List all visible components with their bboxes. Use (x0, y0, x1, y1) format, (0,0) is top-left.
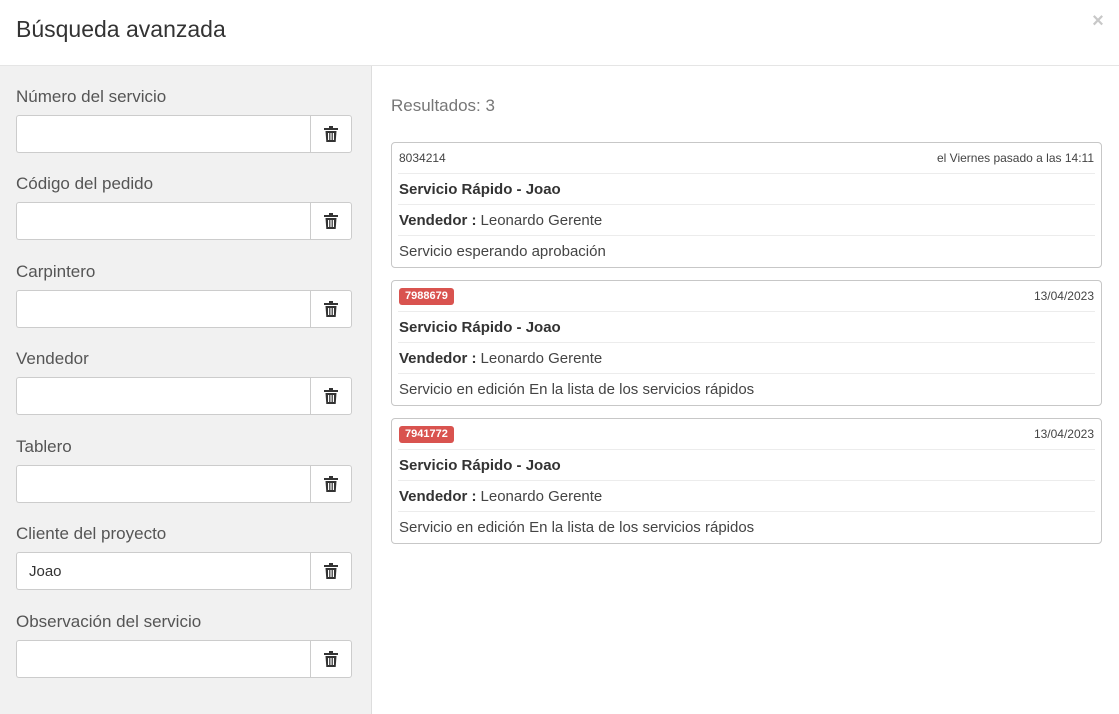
filter-numero-servicio: Número del servicio (16, 87, 352, 153)
results-count: Resultados: 3 (391, 96, 495, 115)
filter-tablero: Tablero (16, 437, 352, 503)
trash-icon (324, 651, 338, 667)
clear-tablero-button[interactable] (310, 465, 352, 503)
result-card[interactable]: 7941772 13/04/2023 Servicio Rápido - Joa… (391, 418, 1102, 544)
result-card-title-row: Servicio Rápido - Joao (398, 174, 1095, 205)
result-card-seller-row: Vendedor : Leonardo Gerente (398, 205, 1095, 236)
numero-servicio-input[interactable] (16, 115, 311, 153)
seller-label: Vendedor : (399, 349, 477, 367)
filters-panel: Número del servicio Código del pedido Ca… (0, 66, 372, 714)
filter-label: Cliente del proyecto (16, 524, 167, 543)
service-title: Servicio Rápido - Joao (399, 318, 561, 336)
clear-numero-servicio-button[interactable] (310, 115, 352, 153)
clear-carpintero-button[interactable] (310, 290, 352, 328)
service-date: el Viernes pasado a las 14:11 (936, 151, 1094, 165)
seller-label: Vendedor : (399, 211, 477, 229)
service-title: Servicio Rápido - Joao (399, 180, 561, 198)
service-status: Servicio en edición En la lista de los s… (399, 381, 755, 398)
filter-label: Vendedor (16, 349, 89, 368)
filter-input-group (16, 377, 352, 415)
observacion-servicio-input[interactable] (16, 640, 311, 678)
service-date: 13/04/2023 (1033, 289, 1094, 303)
result-card-status-row: Servicio esperando aprobación (398, 236, 1095, 267)
result-card-header: 7941772 13/04/2023 (398, 419, 1095, 450)
filter-vendedor: Vendedor (16, 349, 352, 415)
result-card-header: 7988679 13/04/2023 (398, 281, 1095, 312)
result-card[interactable]: 8034214 el Viernes pasado a las 14:11 Se… (391, 142, 1102, 268)
clear-cliente-proyecto-button[interactable] (310, 552, 352, 590)
filter-carpintero: Carpintero (16, 262, 352, 328)
result-card-title-row: Servicio Rápido - Joao (398, 312, 1095, 343)
filter-label: Número del servicio (16, 87, 167, 106)
result-card-title-row: Servicio Rápido - Joao (398, 450, 1095, 481)
service-id-badge: 7988679 (399, 287, 454, 305)
seller-name: Leonardo Gerente (480, 349, 603, 367)
result-card-status-row: Servicio en edición En la lista de los s… (398, 374, 1095, 405)
modal-title: Búsqueda avanzada (16, 16, 226, 42)
filter-input-group (16, 640, 352, 678)
result-card-status-row: Servicio en edición En la lista de los s… (398, 512, 1095, 543)
trash-icon (324, 213, 338, 229)
clear-observacion-servicio-button[interactable] (310, 640, 352, 678)
filter-cliente-proyecto: Cliente del proyecto (16, 524, 352, 590)
result-card-seller-row: Vendedor : Leonardo Gerente (398, 481, 1095, 512)
service-id-badge: 7941772 (399, 425, 454, 443)
result-card[interactable]: 7988679 13/04/2023 Servicio Rápido - Joa… (391, 280, 1102, 406)
filter-input-group (16, 552, 352, 590)
trash-icon (324, 388, 338, 404)
cliente-proyecto-input[interactable] (16, 552, 311, 590)
result-card-seller-row: Vendedor : Leonardo Gerente (398, 343, 1095, 374)
filter-codigo-pedido: Código del pedido (16, 174, 352, 240)
carpintero-input[interactable] (16, 290, 311, 328)
filter-label: Observación del servicio (16, 612, 202, 631)
tablero-input[interactable] (16, 465, 311, 503)
filter-label: Carpintero (16, 262, 96, 281)
seller-name: Leonardo Gerente (480, 211, 603, 229)
trash-icon (324, 126, 338, 142)
service-id: 8034214 (399, 151, 446, 165)
filter-label: Código del pedido (16, 174, 154, 193)
service-title: Servicio Rápido - Joao (399, 456, 561, 474)
trash-icon (324, 301, 338, 317)
clear-codigo-pedido-button[interactable] (310, 202, 352, 240)
seller-label: Vendedor : (399, 487, 477, 505)
modal-header: Búsqueda avanzada × (0, 0, 1119, 66)
result-card-header: 8034214 el Viernes pasado a las 14:11 (398, 143, 1095, 174)
close-icon[interactable]: × (1087, 10, 1109, 32)
filter-input-group (16, 290, 352, 328)
vendedor-input[interactable] (16, 377, 311, 415)
filter-input-group (16, 202, 352, 240)
service-status: Servicio esperando aprobación (399, 243, 606, 260)
codigo-pedido-input[interactable] (16, 202, 311, 240)
results-panel: Resultados: 3 8034214 el Viernes pasado … (373, 66, 1119, 714)
service-date: 13/04/2023 (1033, 427, 1094, 441)
trash-icon (324, 563, 338, 579)
filter-input-group (16, 115, 352, 153)
filter-input-group (16, 465, 352, 503)
filter-label: Tablero (16, 437, 72, 456)
filter-observacion-servicio: Observación del servicio (16, 612, 352, 678)
seller-name: Leonardo Gerente (480, 487, 603, 505)
service-status: Servicio en edición En la lista de los s… (399, 519, 755, 536)
clear-vendedor-button[interactable] (310, 377, 352, 415)
trash-icon (324, 476, 338, 492)
